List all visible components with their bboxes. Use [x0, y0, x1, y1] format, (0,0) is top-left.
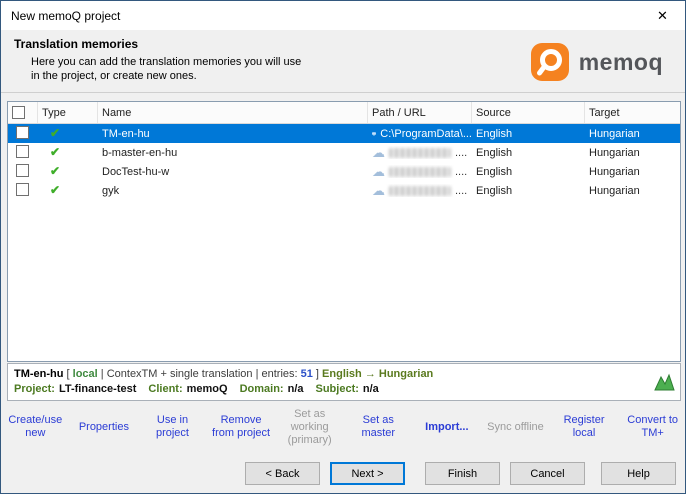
source-cell: English — [472, 166, 585, 178]
domain-value: n/a — [288, 383, 304, 395]
info-languages: English → Hungarian — [322, 368, 433, 380]
toolbar-item-use-in-project[interactable]: Use in project — [138, 414, 207, 440]
path-cell: ☁ .... — [368, 165, 472, 178]
help-button[interactable]: Help — [601, 462, 676, 485]
memoq-logo-icon — [530, 42, 570, 82]
window-title: New memoQ project — [11, 9, 120, 23]
path-suffix: .... — [455, 185, 467, 197]
tm-table: Type Name Path / URL Source Target ✔ TM-… — [7, 101, 681, 362]
tm-name-cell: DocTest-hu-w — [98, 166, 368, 178]
toolbar-item-sync-offline: Sync offline — [481, 421, 550, 434]
path-text: C:\ProgramData\... — [380, 128, 472, 140]
info-bracket-close: ] — [313, 368, 322, 380]
path-suffix: .... — [455, 166, 467, 178]
cloud-icon: ☁ — [372, 184, 385, 197]
toolbar-item-set-as-master[interactable]: Set as master — [344, 414, 413, 440]
source-cell: English — [472, 185, 585, 197]
source-cell: English — [472, 128, 585, 140]
tm-name-cell: gyk — [98, 185, 368, 197]
row-checkbox[interactable] — [16, 164, 29, 177]
column-header-name[interactable]: Name — [98, 102, 368, 123]
redacted-path — [389, 186, 451, 196]
toolbar-item-properties[interactable]: Properties — [70, 421, 139, 434]
toolbar-item-remove-from-project[interactable]: Remove from project — [207, 414, 276, 440]
tm-info-line1: TM-en-hu [ local | ContexTM + single tra… — [14, 367, 674, 382]
wizard-header: Translation memories Here you can add th… — [1, 30, 685, 93]
path-cell: ☁ .... — [368, 184, 472, 197]
next-button[interactable]: Next > — [330, 462, 405, 485]
tm-lookup-icon — [653, 372, 675, 392]
page-description-line1: Here you can add the translation memorie… — [31, 55, 301, 69]
column-header-source[interactable]: Source — [472, 102, 585, 123]
tm-info-panel: TM-en-hu [ local | ContexTM + single tra… — [7, 363, 681, 401]
toolbar-item-register-local[interactable]: Register local — [550, 414, 619, 440]
check-icon: ✔ — [50, 183, 60, 197]
row-checkbox[interactable] — [16, 126, 29, 139]
toolbar-item-import[interactable]: Import... — [413, 421, 482, 434]
close-icon[interactable]: ✕ — [640, 1, 685, 30]
finish-button[interactable]: Finish — [425, 462, 500, 485]
page-description: Here you can add the translation memorie… — [31, 55, 301, 83]
client-label: Client: — [148, 383, 182, 395]
info-entries: 51 — [301, 368, 313, 380]
path-cell: C:\ProgramData\... — [368, 128, 472, 140]
computer-icon — [372, 128, 376, 140]
check-icon: ✔ — [50, 145, 60, 159]
table-header-row: Type Name Path / URL Source Target — [8, 102, 680, 124]
info-location: local — [73, 368, 98, 380]
table-row[interactable]: ✔ gyk ☁ .... English Hungarian — [8, 181, 680, 200]
table-row[interactable]: ✔ DocTest-hu-w ☁ .... English Hungarian — [8, 162, 680, 181]
tm-info-line2: Project: LT-finance-test Client: memoQ Domai… — [14, 382, 674, 397]
subject-value: n/a — [363, 383, 379, 395]
memoq-logo: memoq — [530, 42, 663, 82]
target-cell: Hungarian — [585, 147, 680, 159]
back-button[interactable]: < Back — [245, 462, 320, 485]
tm-name-cell: b-master-en-hu — [98, 147, 368, 159]
subject-label: Subject: — [316, 383, 359, 395]
project-label: Project: — [14, 383, 55, 395]
info-bracket-open: [ — [63, 368, 72, 380]
client-value: memoQ — [187, 383, 228, 395]
row-checkbox[interactable] — [16, 183, 29, 196]
tm-toolbar: Create/use new Properties Use in project… — [1, 401, 686, 453]
table-row[interactable]: ✔ b-master-en-hu ☁ .... English Hungaria… — [8, 143, 680, 162]
memoq-brand: memoq — [579, 49, 663, 76]
table-row[interactable]: ✔ TM-en-hu C:\ProgramData\... English Hu… — [8, 124, 680, 143]
page-title: Translation memories — [14, 37, 138, 51]
select-all-checkbox[interactable] — [12, 106, 25, 119]
column-header-path[interactable]: Path / URL — [368, 102, 472, 123]
target-cell: Hungarian — [585, 128, 680, 140]
info-tm-name: TM-en-hu — [14, 368, 63, 380]
cloud-icon: ☁ — [372, 165, 385, 178]
redacted-path — [389, 167, 451, 177]
info-details: | ContexTM + single translation | entrie… — [98, 368, 301, 380]
column-header-target[interactable]: Target — [585, 102, 680, 123]
redacted-path — [389, 148, 451, 158]
target-cell: Hungarian — [585, 166, 680, 178]
toolbar-item-set-as-working: Set as working (primary) — [275, 408, 344, 447]
project-value: LT-finance-test — [59, 383, 136, 395]
toolbar-item-convert-to-tmplus[interactable]: Convert to TM+ — [618, 414, 686, 440]
page-description-line2: in the project, or create new ones. — [31, 69, 301, 83]
column-header-type[interactable]: Type — [38, 102, 98, 123]
row-checkbox[interactable] — [16, 145, 29, 158]
target-cell: Hungarian — [585, 185, 680, 197]
title-bar: New memoQ project ✕ — [1, 1, 685, 30]
tm-name-cell: TM-en-hu — [98, 128, 368, 140]
source-cell: English — [472, 147, 585, 159]
path-cell: ☁ .... — [368, 146, 472, 159]
path-suffix: .... — [455, 147, 467, 159]
cancel-button[interactable]: Cancel — [510, 462, 585, 485]
check-icon: ✔ — [50, 126, 60, 140]
toolbar-item-create-use-new[interactable]: Create/use new — [1, 414, 70, 440]
new-memoq-project-dialog: New memoQ project ✕ Translation memories… — [0, 0, 686, 494]
domain-label: Domain: — [240, 383, 284, 395]
dialog-button-bar: < Back Next > Finish Cancel Help — [1, 453, 686, 494]
check-icon: ✔ — [50, 164, 60, 178]
cloud-icon: ☁ — [372, 146, 385, 159]
